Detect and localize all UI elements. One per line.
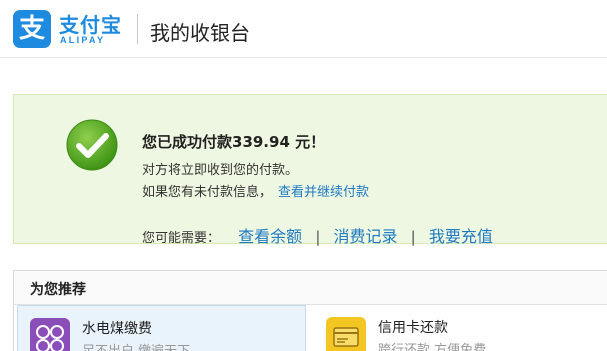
item-name: 信用卡还款 [378, 320, 448, 336]
recommend-item-credit-card[interactable]: 信用卡还款 跨行还款 方便免费 [314, 305, 607, 351]
credit-card-icon [326, 317, 366, 351]
recommendations-title: 为您推荐 [30, 282, 86, 298]
success-check-icon [66, 119, 118, 171]
transaction-records-link[interactable]: 消费记录 [334, 227, 398, 246]
recommendations-panel: 为您推荐 水电煤缴费 足不出户 缴遍天下 信用卡还款 跨行还款 方便免费 [13, 270, 607, 351]
header-divider [137, 14, 138, 44]
alipay-logo-icon[interactable]: 支 [13, 10, 51, 48]
suggestions-label: 您可能需要： [142, 231, 221, 246]
link-separator: | [410, 228, 416, 246]
brand-name-en: ALIPAY [60, 35, 106, 45]
brand-name-cn[interactable]: 支付宝 [59, 9, 122, 38]
notice-line-2-text: 如果您有未付款信息， [142, 185, 273, 200]
suggestions-row: 您可能需要： 查看余额 | 消费记录 | 我要充值 [142, 223, 493, 247]
notice-line-2: 如果您有未付款信息， 查看并继续付款 [142, 181, 369, 200]
item-desc: 足不出户 缴遍天下 [82, 340, 190, 351]
item-desc: 跨行还款 方便免费 [378, 343, 487, 351]
recommend-item-utilities[interactable]: 水电煤缴费 足不出户 缴遍天下 [17, 305, 306, 351]
page-title: 我的收银台 [150, 21, 250, 45]
continue-payment-link[interactable]: 查看并继续付款 [278, 185, 369, 200]
payment-success-panel: 您已成功付款339.94 元！ 对方将立即收到您的付款。 如果您有未付款信息， 查… [13, 94, 607, 247]
link-separator: | [315, 228, 321, 246]
header: 支 支付宝 ALIPAY 我的收银台 [0, 0, 607, 58]
utilities-icon [30, 318, 70, 351]
top-up-link[interactable]: 我要充值 [429, 227, 493, 246]
success-title: 您已成功付款339.94 元！ [142, 133, 326, 151]
recommendations-header: 为您推荐 [14, 271, 607, 305]
notice-line-1: 对方将立即收到您的付款。 [142, 163, 299, 178]
item-name: 水电煤缴费 [82, 321, 152, 337]
view-balance-link[interactable]: 查看余额 [238, 227, 302, 246]
